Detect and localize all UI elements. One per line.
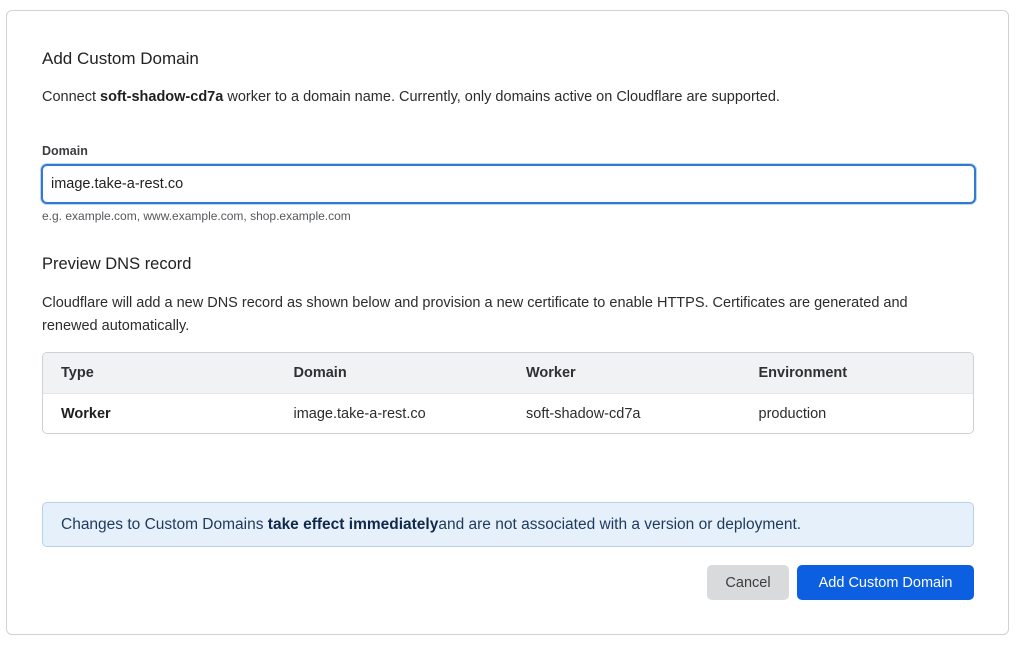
dialog-title: Add Custom Domain bbox=[42, 49, 199, 68]
notice-prefix: Changes to Custom Domains bbox=[61, 515, 264, 533]
domain-input[interactable] bbox=[41, 164, 976, 204]
description-suffix: worker to a domain name. Currently, only… bbox=[223, 89, 780, 105]
dialog-description: Connect soft-shadow-cd7a worker to a dom… bbox=[42, 89, 780, 105]
description-prefix: Connect bbox=[42, 89, 101, 105]
add-custom-domain-button[interactable]: Add Custom Domain bbox=[797, 565, 974, 600]
column-header-environment: Environment bbox=[758, 365, 848, 381]
cell-environment: production bbox=[758, 406, 827, 422]
worker-name: soft-shadow-cd7a bbox=[100, 89, 224, 105]
notice-suffix: and are not associated with a version or… bbox=[438, 515, 802, 533]
preview-description: Cloudflare will add a new DNS record as … bbox=[42, 295, 908, 334]
add-custom-domain-dialog: Add Custom Domain Connect soft-shadow-cd… bbox=[6, 10, 1009, 635]
preview-title: Preview DNS record bbox=[42, 255, 192, 273]
cell-domain: image.take-a-rest.co bbox=[293, 406, 426, 422]
domain-field-label: Domain bbox=[42, 144, 88, 158]
info-notice: Changes to Custom Domains take effect im… bbox=[42, 502, 974, 547]
column-header-domain: Domain bbox=[293, 365, 347, 381]
cell-type: Worker bbox=[61, 406, 111, 422]
table-row: Worker image.take-a-rest.co soft-shadow-… bbox=[43, 394, 973, 433]
domain-hint: e.g. example.com, www.example.com, shop.… bbox=[42, 209, 351, 223]
dns-record-table: Type Domain Worker Environment Worker im… bbox=[42, 352, 974, 434]
table-header: Type Domain Worker Environment bbox=[43, 353, 973, 394]
column-header-type: Type bbox=[61, 365, 94, 381]
cell-worker: soft-shadow-cd7a bbox=[526, 406, 641, 422]
notice-emphasis: take effect immediately bbox=[267, 515, 439, 533]
cancel-button[interactable]: Cancel bbox=[707, 565, 789, 600]
column-header-worker: Worker bbox=[526, 365, 576, 381]
